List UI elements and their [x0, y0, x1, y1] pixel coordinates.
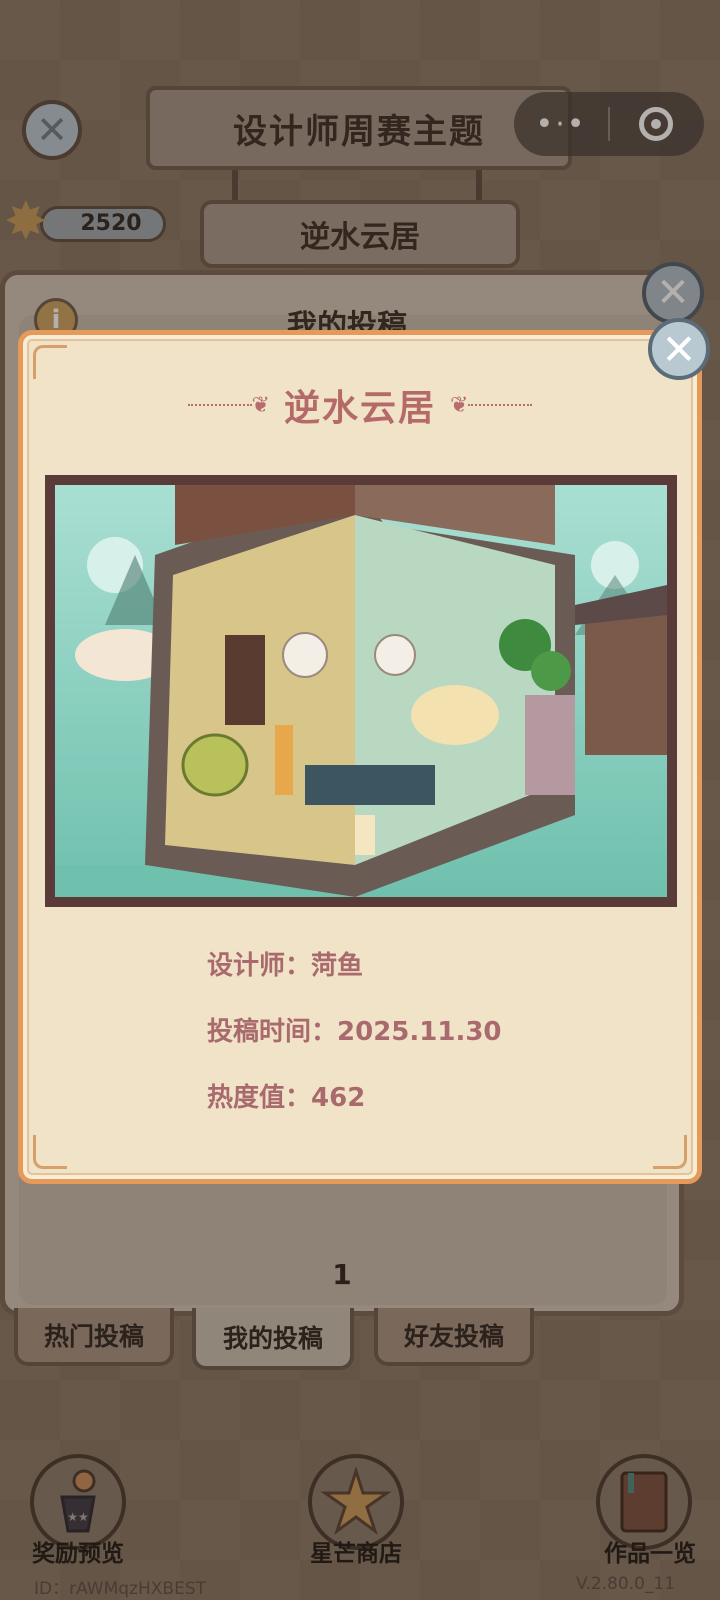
- heat-value: 462: [311, 1083, 366, 1113]
- submit-time-value: 2025.11.30: [337, 1017, 502, 1047]
- scroll-ornament-left: ❦: [187, 393, 270, 418]
- submit-time-label: 投稿时间：: [207, 1017, 338, 1047]
- modal-title-row: ❦ 逆水云居 ❦: [23, 375, 697, 435]
- scroll-ornament-right: ❦: [450, 393, 533, 418]
- artwork-image: [55, 485, 667, 897]
- submit-time-line: 投稿时间：2025.11.30: [207, 1011, 502, 1048]
- corner-ornament: [653, 1135, 687, 1169]
- designer-label: 设计师：: [207, 951, 312, 981]
- close-modal-icon[interactable]: ✕: [648, 318, 710, 380]
- heat-label: 热度值：: [207, 1083, 312, 1113]
- submission-detail-card: ❦ 逆水云居 ❦ 设计师：菏鱼 投稿时间：2025.11.30 热度值：462: [18, 330, 702, 1184]
- corner-ornament: [33, 1135, 67, 1169]
- corner-ornament: [33, 345, 67, 379]
- designer-line: 设计师：菏鱼: [207, 945, 363, 982]
- heat-line: 热度值：462: [207, 1077, 365, 1114]
- room-illustration: [55, 485, 667, 897]
- modal-title: 逆水云居: [283, 388, 436, 429]
- artwork-frame: [45, 475, 677, 907]
- designer-name: 菏鱼: [311, 951, 364, 981]
